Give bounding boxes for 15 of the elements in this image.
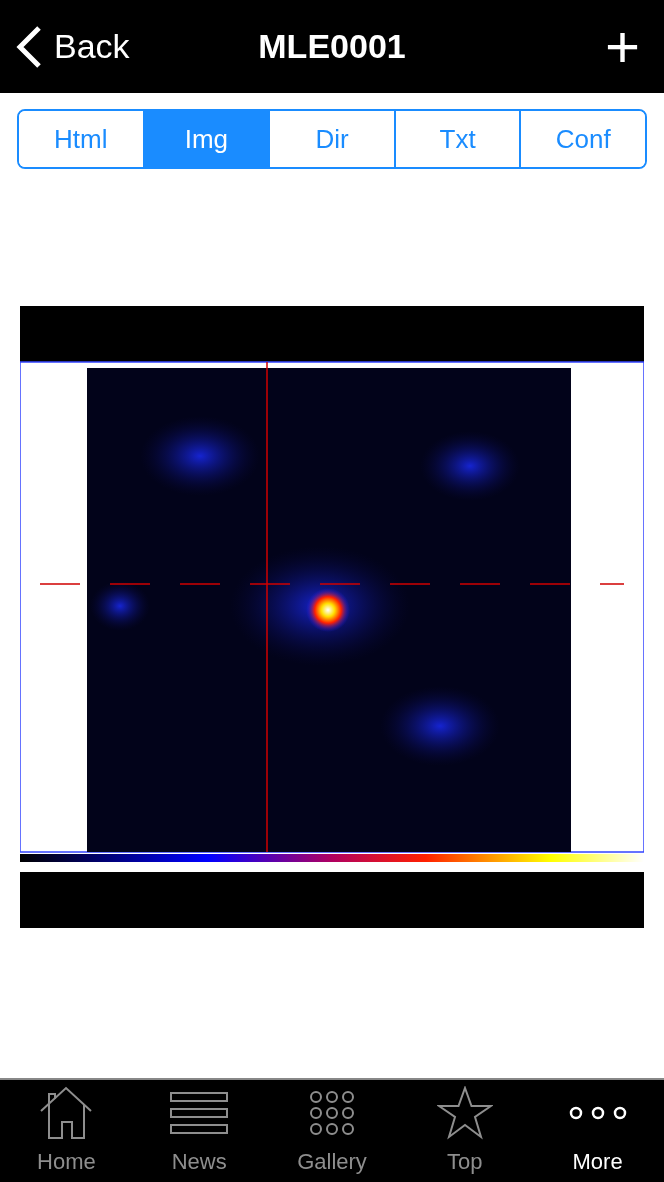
tab-bar-item[interactable]: News bbox=[132, 1080, 266, 1182]
screen-title: MLE0001 bbox=[258, 26, 406, 67]
tab-bar-item[interactable]: Top bbox=[398, 1080, 532, 1182]
grid-icon bbox=[309, 1089, 355, 1136]
tab-bar-item[interactable]: More bbox=[531, 1080, 664, 1182]
star-icon bbox=[436, 1085, 493, 1140]
tab-bar-item[interactable]: Gallery bbox=[265, 1080, 399, 1182]
more-icon bbox=[568, 1104, 627, 1121]
segment-tab[interactable]: Conf bbox=[519, 111, 645, 167]
chevron-left-icon bbox=[16, 24, 42, 69]
segment-tab[interactable]: Img bbox=[142, 111, 269, 167]
back-button[interactable]: Back bbox=[16, 21, 130, 72]
tab-bar-item[interactable]: Home bbox=[0, 1080, 133, 1182]
menu-icon bbox=[170, 1090, 229, 1135]
add-button[interactable]: + bbox=[604, 16, 648, 77]
